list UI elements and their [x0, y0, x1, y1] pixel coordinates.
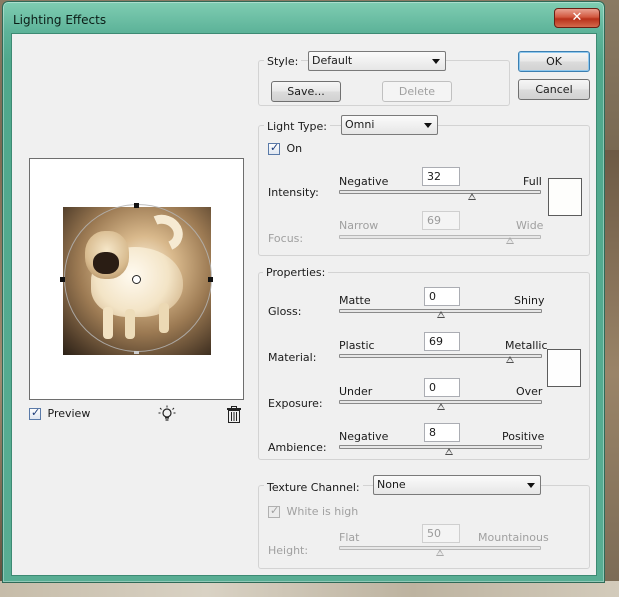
height-label: Height: [268, 544, 309, 557]
chevron-down-icon [432, 59, 440, 64]
height-max-label: Mountainous [478, 531, 549, 544]
focus-max-label: Wide [516, 219, 544, 232]
dialog-client-area: Preview [11, 33, 597, 576]
close-button[interactable]: ✕ [554, 8, 600, 28]
ambience-slider-thumb[interactable] [445, 448, 453, 455]
intensity-min-label: Negative [339, 175, 389, 188]
intensity-input[interactable]: 32 [422, 167, 460, 186]
intensity-max-label: Full [523, 175, 542, 188]
white-is-high-checkbox[interactable] [268, 504, 280, 518]
focus-input[interactable]: 69 [422, 211, 460, 230]
ambience-slider-track[interactable] [339, 445, 542, 449]
exposure-label: Exposure: [268, 397, 323, 410]
delete-button[interactable]: Delete [382, 81, 452, 102]
ellipse-handle-bottom[interactable] [134, 351, 139, 354]
gloss-input[interactable]: 0 [424, 287, 460, 306]
height-min-label: Flat [339, 531, 360, 544]
lighting-effects-dialog: Lighting Effects ✕ Preview [2, 1, 605, 583]
ambient-color-swatch[interactable] [547, 349, 581, 387]
light-center-handle[interactable] [132, 275, 141, 284]
exposure-slider-thumb[interactable] [437, 403, 445, 410]
light-on-checkbox[interactable] [268, 141, 280, 155]
intensity-slider-track[interactable] [339, 190, 541, 194]
light-on-row[interactable]: On [268, 141, 303, 155]
background-photo-bottom [0, 581, 619, 597]
preview-checkbox[interactable] [29, 406, 41, 420]
preview-label: Preview [47, 407, 91, 420]
ok-button[interactable]: OK [518, 51, 590, 72]
focus-label: Focus: [268, 232, 304, 245]
texture-channel-select[interactable]: None [373, 475, 541, 495]
light-on-label: On [286, 142, 303, 155]
trash-icon[interactable] [226, 406, 242, 423]
white-is-high-row[interactable]: White is high [268, 504, 359, 518]
preview-canvas[interactable] [29, 158, 244, 400]
cancel-button[interactable]: Cancel [518, 79, 590, 100]
ellipse-handle-left[interactable] [60, 277, 65, 282]
save-button[interactable]: Save... [271, 81, 341, 102]
material-input[interactable]: 69 [424, 332, 460, 351]
material-label: Material: [268, 351, 317, 364]
focus-min-label: Narrow [339, 219, 379, 232]
gloss-label: Gloss: [268, 305, 302, 318]
exposure-max-label: Over [516, 385, 543, 398]
material-max-label: Metallic [505, 339, 548, 352]
style-select[interactable]: Default [308, 51, 446, 71]
exposure-min-label: Under [339, 385, 373, 398]
ambience-label: Ambience: [268, 441, 327, 454]
ellipse-handle-right[interactable] [208, 277, 213, 282]
intensity-label: Intensity: [268, 186, 319, 199]
chevron-down-icon [527, 483, 535, 488]
ellipse-handle-top[interactable] [134, 203, 139, 208]
texture-channel-select-value: None [377, 478, 406, 491]
gloss-slider-thumb[interactable] [437, 311, 445, 318]
light-type-select-value: Omni [345, 118, 375, 131]
title-bar[interactable]: Lighting Effects ✕ [3, 2, 604, 34]
light-bulb-icon[interactable] [158, 405, 176, 423]
preview-checkbox-row[interactable]: Preview [29, 406, 91, 420]
gloss-min-label: Matte [339, 294, 371, 307]
ambience-min-label: Negative [339, 430, 389, 443]
material-min-label: Plastic [339, 339, 375, 352]
ambience-input[interactable]: 8 [424, 423, 460, 442]
close-icon: ✕ [571, 10, 583, 25]
height-slider-thumb[interactable] [436, 549, 444, 556]
exposure-input[interactable]: 0 [424, 378, 460, 397]
style-select-value: Default [312, 54, 353, 67]
background-photo-right [605, 150, 619, 597]
material-slider-thumb[interactable] [506, 356, 514, 363]
style-label: Style: [264, 55, 302, 68]
gloss-max-label: Shiny [514, 294, 545, 307]
focus-slider-thumb[interactable] [506, 237, 514, 244]
light-type-select[interactable]: Omni [341, 115, 438, 135]
height-input[interactable]: 50 [422, 524, 460, 543]
texture-channel-label: Texture Channel: [264, 481, 363, 494]
chevron-down-icon [424, 123, 432, 128]
ambience-max-label: Positive [502, 430, 545, 443]
white-is-high-label: White is high [286, 505, 359, 518]
intensity-slider-thumb[interactable] [468, 193, 476, 200]
window-title: Lighting Effects [13, 13, 107, 27]
properties-title: Properties: [263, 266, 329, 279]
light-color-swatch[interactable] [548, 178, 582, 216]
light-type-label: Light Type: [264, 120, 330, 133]
